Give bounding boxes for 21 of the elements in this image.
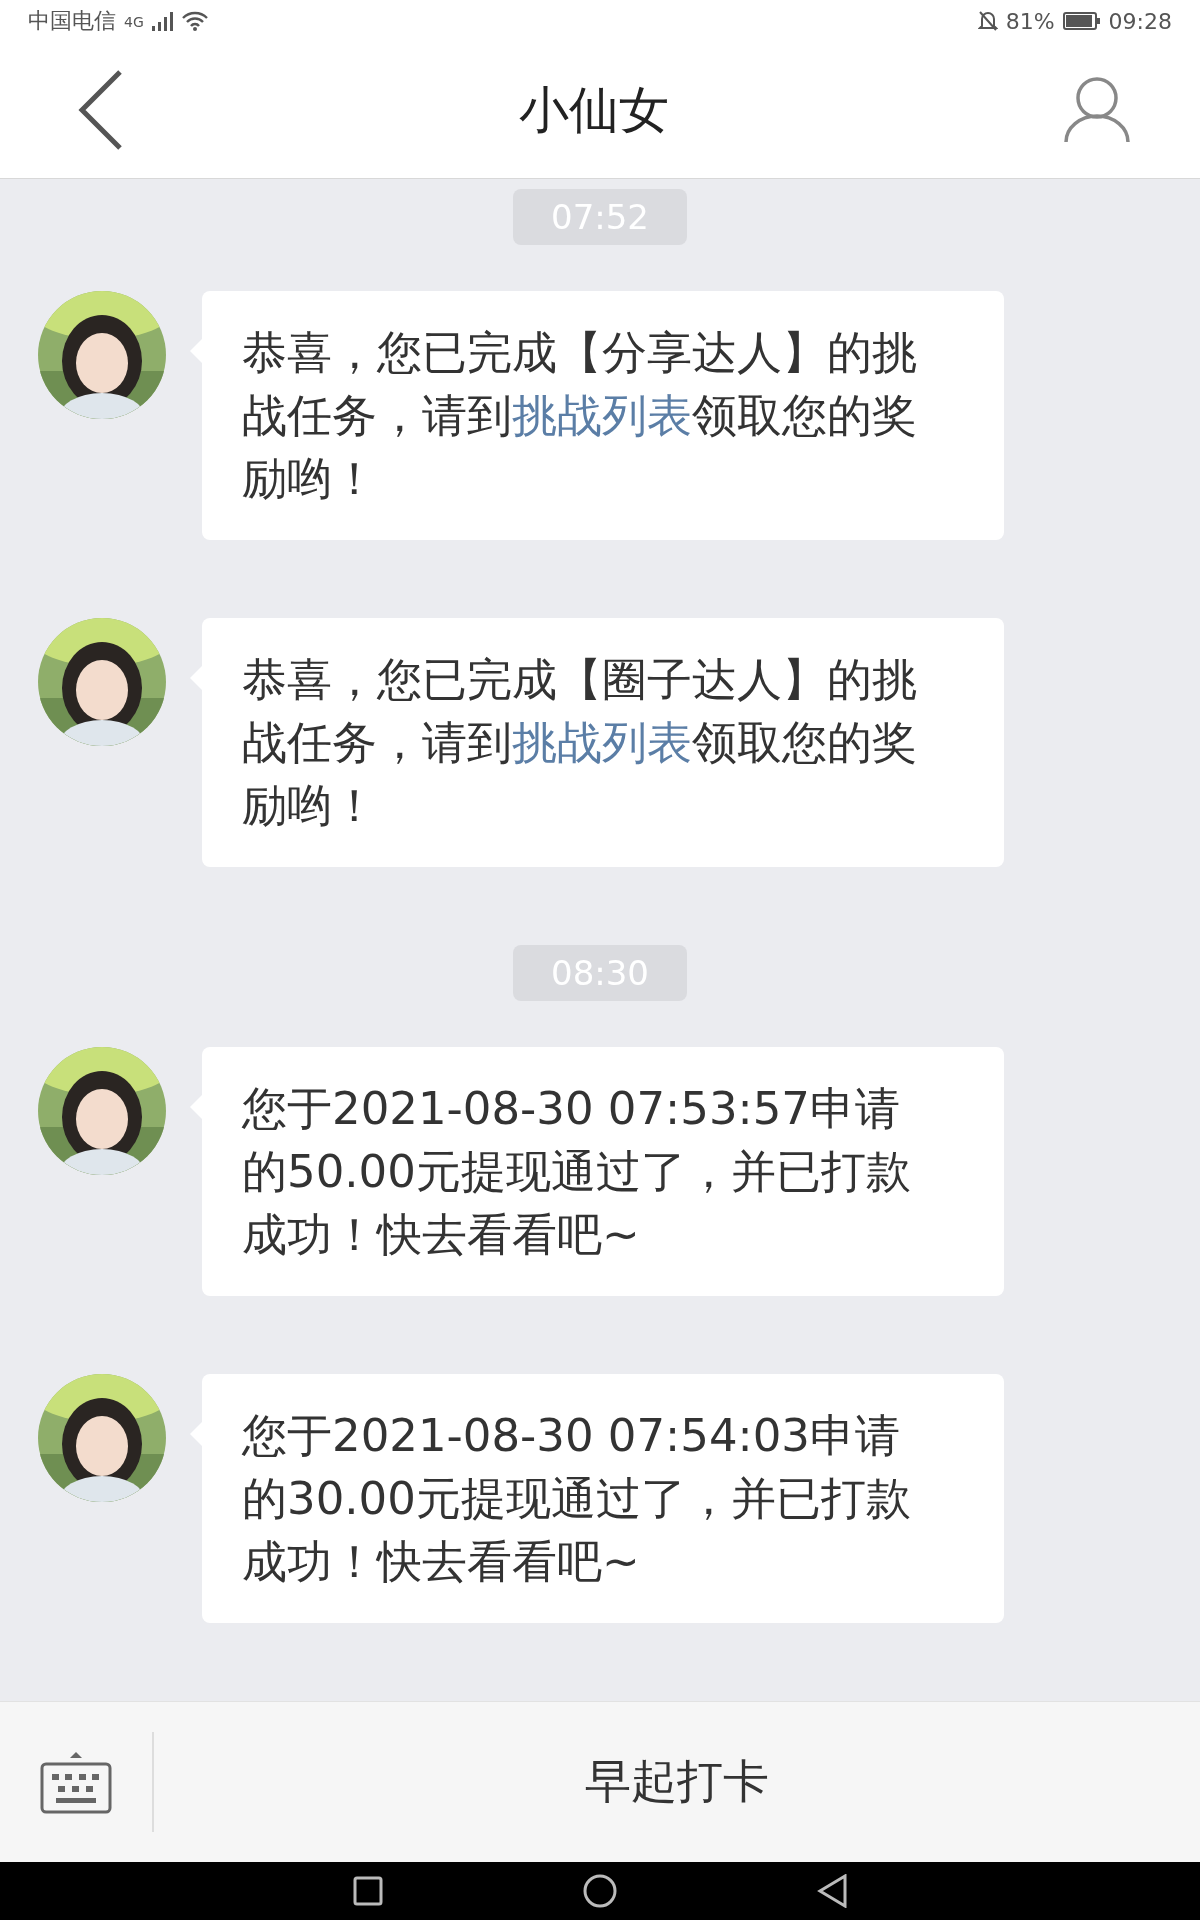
- bell-off-icon: [977, 10, 998, 33]
- home-icon[interactable]: [583, 1873, 617, 1908]
- carrier-name: 中国电信: [28, 7, 116, 36]
- battery-percent: 81%: [1005, 8, 1055, 34]
- challenge-list-link[interactable]: 挑战列表: [512, 715, 692, 769]
- keyboard-icon[interactable]: [40, 1749, 112, 1814]
- clock-time: 09:28: [1108, 8, 1172, 34]
- signal-icon: [151, 11, 174, 32]
- message-bubble: 恭喜，您已完成【分享达人】的挑战任务，请到挑战列表领取您的奖励哟！: [202, 290, 1004, 540]
- back-icon[interactable]: [78, 70, 124, 151]
- profile-icon[interactable]: [1064, 76, 1130, 145]
- challenge-list-link[interactable]: 挑战列表: [512, 388, 692, 442]
- chat-title: 小仙女: [519, 79, 669, 141]
- message-bubble: 恭喜，您已完成【圈子达人】的挑战任务，请到挑战列表领取您的奖励哟！: [202, 617, 1004, 867]
- message-bubble: 您于2021-08-30 07:53:57申请的50.00元提现通过了，并已打款成功！快去看看吧~: [202, 1046, 1004, 1296]
- back-nav-icon[interactable]: [817, 1873, 847, 1908]
- wifi-icon: [181, 11, 208, 32]
- recents-icon[interactable]: [353, 1875, 383, 1906]
- message-bubble: 您于2021-08-30 07:54:03申请的30.00元提现通过了，并已打款成功！快去看看吧~: [202, 1373, 1004, 1623]
- network-type: 4G: [124, 14, 144, 31]
- battery-icon: [1062, 12, 1101, 31]
